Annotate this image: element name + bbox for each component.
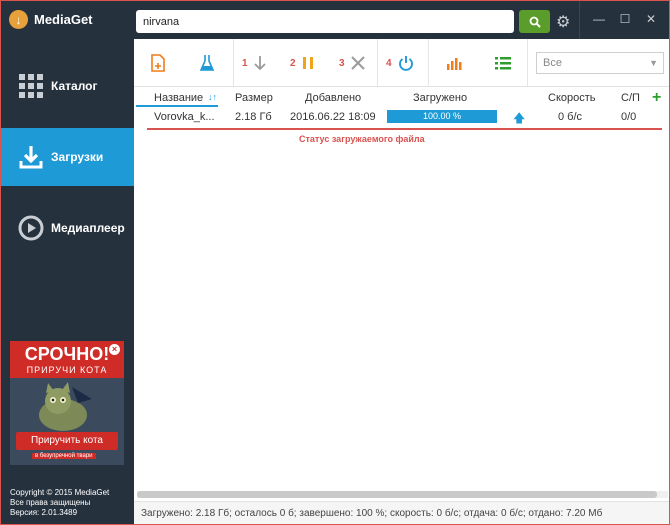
create-torrent-button[interactable] [199,52,215,74]
start-button[interactable]: 1 [242,52,266,74]
ad-banner[interactable]: СРОЧНО! ПРИРУЧИ КОТА × Приручить кота в … [10,341,124,465]
maximize-button[interactable]: ☐ [616,12,634,26]
status-text: Загружено: 2.18 Гб; осталось 0 б; заверш… [141,508,603,519]
play-icon [17,214,45,242]
sidebar-item-catalog[interactable]: Каталог [1,57,134,115]
step-number: 4 [386,57,392,69]
sidebar-item-label: Каталог [51,79,98,93]
cat-illustration-icon [39,382,92,431]
download-icon [17,143,45,171]
flask-icon [199,55,215,71]
app-window: ↓ MediaGet ⚙ — ☐ ✕ Каталог [0,0,670,525]
cell-added: 2016.06.22 18:09 [290,111,376,123]
chevron-down-icon: ▼ [649,58,658,68]
column-header-name[interactable]: Название [154,92,203,104]
horizontal-scrollbar[interactable] [137,491,668,498]
toolbar-divider [428,39,429,86]
step-number: 3 [339,57,345,69]
search-button[interactable] [519,10,550,33]
search-icon [529,16,541,28]
ad-subtitle: ПРИРУЧИ КОТА [10,365,124,378]
cell-seeds-peers: 0/0 [621,111,637,123]
upload-arrow-icon: 🡅 [513,111,526,125]
app-name: MediaGet [34,12,93,27]
list-icon [495,57,511,70]
column-header-size[interactable]: Размер [235,92,273,104]
search-input[interactable] [136,10,514,33]
sidebar-item-downloads[interactable]: Загрузки [1,128,134,186]
filter-select[interactable]: Все ▼ [536,52,664,74]
delete-button[interactable]: 3 [339,52,365,74]
toolbar: 1 2 3 4 Все ▼ [134,39,669,87]
sorted-column-indicator [136,105,218,107]
copyright-line: Copyright © 2015 MediaGet [10,488,110,497]
table-header: Название ↓↑ Размер Добавлено Загружено С… [134,88,669,108]
progress-bar: 100.00 % [387,110,497,123]
stats-button[interactable] [446,52,462,74]
column-header-seeds-peers[interactable]: С/П [621,92,640,104]
ad-cta-button[interactable]: Приручить кота [16,432,118,450]
grid-icon [17,72,45,100]
power-icon [398,56,413,71]
pause-icon [302,57,313,69]
toolbar-divider [377,39,378,86]
rights-line: Все права защищены [10,498,91,507]
sidebar-item-label: Загрузки [51,150,104,164]
column-header-added[interactable]: Добавлено [305,92,361,104]
mediaget-logo-icon: ↓ [9,10,28,29]
minimize-button[interactable]: — [590,12,608,26]
sort-icon[interactable]: ↓↑ [208,92,217,102]
step-number: 2 [290,57,296,69]
ad-small-text: в безупречной твари [32,453,96,459]
pause-button[interactable]: 2 [290,52,314,74]
add-file-button[interactable] [150,52,166,74]
shutdown-button[interactable]: 4 [386,52,414,74]
toolbar-divider [527,39,528,86]
version-line: Версия: 2.01.3489 [10,508,78,517]
step-number: 1 [242,57,248,69]
add-column-icon[interactable]: + [652,89,661,107]
cell-name: Vorovka_k... [154,111,215,123]
app-logo: ↓ MediaGet [9,10,93,29]
ad-title: СРОЧНО! [10,341,124,367]
close-button[interactable]: ✕ [642,12,660,26]
annotation-label: Статус загружаемого файла [299,134,425,144]
settings-gear-icon[interactable]: ⚙ [556,12,570,32]
window-controls-divider [579,1,580,39]
table-row[interactable]: Vorovka_k... 2.18 Гб 2016.06.22 18:09 10… [134,108,669,126]
sidebar-item-label: Медиаплеер [51,221,125,235]
annotation-underline [147,128,662,130]
filter-value: Все [543,57,562,69]
sidebar: Каталог Загрузки Медиаплеер СРОЧНО! ПРИР… [1,39,134,524]
add-file-icon [151,54,165,72]
list-view-button[interactable] [495,52,511,74]
bar-chart-icon [447,58,462,70]
scrollbar-thumb[interactable] [137,491,657,498]
ad-close-icon[interactable]: × [109,344,120,355]
column-header-downloaded[interactable]: Загружено [413,92,467,104]
close-x-icon [350,56,365,70]
arrow-down-icon [253,56,266,71]
cell-size: 2.18 Гб [235,111,272,123]
toolbar-divider [233,39,234,86]
cell-speed: 0 б/с [558,111,583,123]
column-header-speed[interactable]: Скорость [548,92,596,104]
copyright-block: Copyright © 2015 MediaGet Все права защи… [10,488,109,518]
sidebar-item-mediaplayer[interactable]: Медиаплеер [1,199,134,257]
status-bar: Загружено: 2.18 Гб; осталось 0 б; заверш… [134,501,669,524]
title-bar: ↓ MediaGet ⚙ — ☐ ✕ [1,1,669,39]
